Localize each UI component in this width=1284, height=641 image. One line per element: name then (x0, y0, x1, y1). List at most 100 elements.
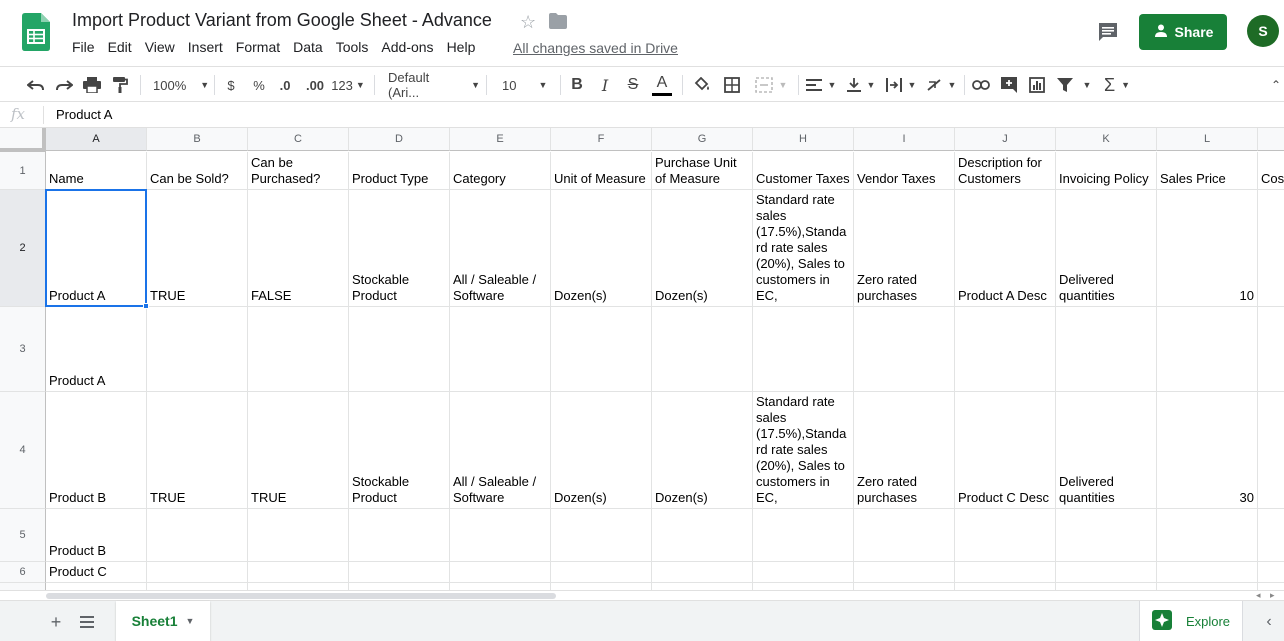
table-cell[interactable] (450, 509, 551, 562)
table-cell[interactable] (551, 509, 652, 562)
table-cell[interactable]: Product A (46, 307, 147, 392)
table-cell[interactable] (753, 307, 854, 392)
table-cell[interactable]: Customer Taxes (753, 152, 854, 190)
menu-insert[interactable]: Insert (188, 39, 223, 55)
table-cell[interactable]: Zero rated purchases (854, 392, 955, 509)
insert-comment-icon[interactable] (998, 67, 1020, 103)
table-cell[interactable] (248, 583, 349, 590)
increase-decimal-button[interactable]: .00 (302, 67, 328, 103)
table-cell[interactable]: Dozen(s) (652, 190, 753, 307)
row-header[interactable]: 4 (0, 392, 46, 509)
bold-icon[interactable]: B (566, 67, 588, 103)
table-cell[interactable]: Delivered quantities (1056, 392, 1157, 509)
vertical-align-icon[interactable]: ▼ (844, 67, 878, 103)
table-cell[interactable] (854, 307, 955, 392)
redo-icon[interactable] (52, 67, 76, 103)
sheets-logo-icon[interactable] (22, 13, 50, 51)
save-status-link[interactable]: All changes saved in Drive (513, 40, 678, 56)
strikethrough-icon[interactable]: S (622, 67, 644, 103)
table-cell[interactable]: Can be Sold? (147, 152, 248, 190)
font-size-select[interactable]: 10 ▼ (496, 67, 554, 103)
table-cell[interactable]: Standard rate sales (17.5%),Standard rat… (753, 190, 854, 307)
share-button[interactable]: Share (1139, 14, 1227, 50)
menu-addons[interactable]: Add-ons (381, 39, 433, 55)
select-all-corner[interactable] (0, 128, 46, 152)
percent-format-button[interactable]: % (248, 67, 270, 103)
table-cell[interactable]: Stockable Product (349, 392, 450, 509)
font-select[interactable]: Default (Ari... ▼ (382, 67, 480, 103)
table-cell[interactable] (147, 583, 248, 590)
table-cell[interactable] (955, 509, 1056, 562)
table-cell[interactable]: TRUE (248, 392, 349, 509)
table-cell[interactable] (450, 562, 551, 583)
more-formats-button[interactable]: 123 ▼ (330, 67, 366, 103)
account-avatar[interactable]: S (1247, 15, 1279, 47)
menu-tools[interactable]: Tools (336, 39, 369, 55)
table-cell[interactable] (753, 583, 854, 590)
table-cell[interactable]: Product Type (349, 152, 450, 190)
table-cell[interactable] (652, 307, 753, 392)
row-header[interactable]: 3 (0, 307, 46, 392)
table-cell[interactable] (753, 562, 854, 583)
fill-color-icon[interactable] (690, 67, 714, 103)
table-cell[interactable]: TRUE (147, 392, 248, 509)
table-cell[interactable] (854, 583, 955, 590)
table-cell[interactable] (854, 562, 955, 583)
column-header[interactable]: H (753, 128, 854, 151)
table-cell[interactable] (1258, 583, 1284, 590)
table-cell[interactable]: Product C Desc (955, 392, 1056, 509)
table-cell[interactable] (652, 583, 753, 590)
table-cell[interactable]: Product B (46, 392, 147, 509)
column-header[interactable] (1258, 128, 1284, 151)
table-cell[interactable]: Product C (46, 562, 147, 583)
insert-link-icon[interactable] (970, 67, 992, 103)
all-sheets-icon[interactable] (76, 611, 98, 633)
menu-data[interactable]: Data (293, 39, 323, 55)
column-header[interactable]: D (349, 128, 450, 151)
table-cell[interactable] (551, 562, 652, 583)
table-cell[interactable] (349, 509, 450, 562)
table-cell[interactable]: Zero rated purchases (854, 190, 955, 307)
table-cell[interactable]: Invoicing Policy (1056, 152, 1157, 190)
column-header[interactable]: F (551, 128, 652, 151)
table-cell[interactable] (854, 509, 955, 562)
table-cell[interactable] (1056, 307, 1157, 392)
table-cell[interactable]: TRUE (147, 190, 248, 307)
text-rotation-icon[interactable]: ▼ (924, 67, 958, 103)
table-cell[interactable]: Vendor Taxes (854, 152, 955, 190)
table-cell[interactable]: Product A (46, 190, 147, 307)
paint-format-icon[interactable] (108, 67, 132, 103)
row-header[interactable]: 5 (0, 509, 46, 562)
table-cell[interactable]: All / Saleable / Software (450, 392, 551, 509)
table-cell[interactable]: 30 (1157, 392, 1258, 509)
horizontal-align-icon[interactable]: ▼ (804, 67, 838, 103)
filter-icon[interactable]: ▼ (1054, 67, 1094, 103)
table-cell[interactable]: Cos (1258, 152, 1284, 190)
column-header[interactable]: G (652, 128, 753, 151)
column-header[interactable]: L (1157, 128, 1258, 151)
table-cell[interactable]: FALSE (248, 190, 349, 307)
table-cell[interactable] (955, 307, 1056, 392)
table-cell[interactable] (248, 562, 349, 583)
table-cell[interactable] (1157, 307, 1258, 392)
zoom-select[interactable]: 100% ▼ (148, 67, 209, 103)
table-cell[interactable] (450, 307, 551, 392)
table-cell[interactable] (147, 509, 248, 562)
add-sheet-icon[interactable]: + (45, 611, 67, 633)
table-cell[interactable] (147, 562, 248, 583)
column-header[interactable]: K (1056, 128, 1157, 151)
table-cell[interactable]: Purchase Unit of Measure (652, 152, 753, 190)
table-cell[interactable] (955, 583, 1056, 590)
table-cell[interactable]: Dozen(s) (652, 392, 753, 509)
collapse-toolbar-icon[interactable]: ⌃ (1268, 67, 1284, 103)
undo-icon[interactable] (24, 67, 48, 103)
table-cell[interactable]: 10 (1157, 190, 1258, 307)
row-header[interactable]: 6 (0, 562, 46, 583)
scrollbar-thumb[interactable] (46, 593, 556, 599)
table-cell[interactable]: Category (450, 152, 551, 190)
table-cell[interactable]: Description for Customers (955, 152, 1056, 190)
menu-help[interactable]: Help (447, 39, 476, 55)
table-cell[interactable]: Unit of Measure (551, 152, 652, 190)
table-cell[interactable] (450, 583, 551, 590)
table-cell[interactable] (955, 562, 1056, 583)
